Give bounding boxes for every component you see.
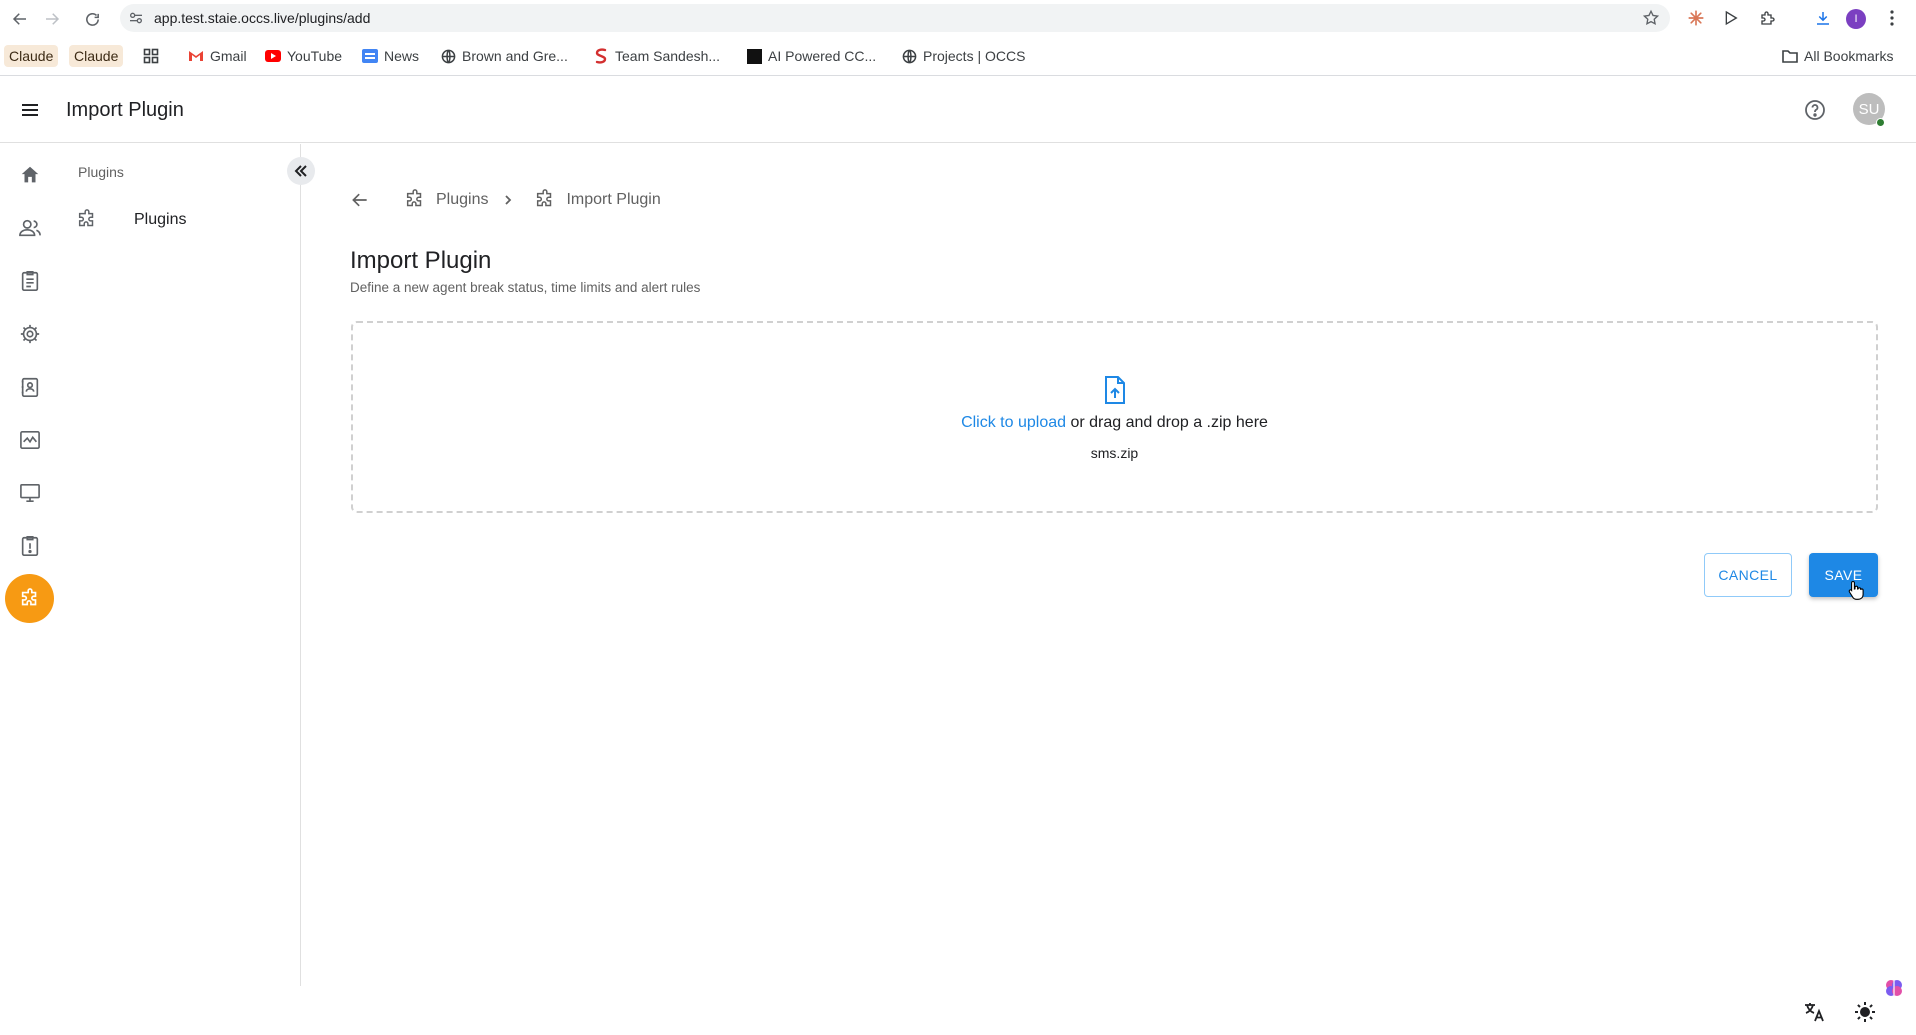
- site-settings-icon[interactable]: [128, 10, 144, 26]
- send-extension-icon[interactable]: [1719, 6, 1743, 30]
- plugins-puzzle-icon[interactable]: [5, 574, 54, 623]
- upload-hint-text: or drag and drop a .zip here: [1066, 414, 1268, 431]
- bookmark-label: YouTube: [287, 48, 343, 64]
- bookmark-label: Team Sandesh...: [615, 48, 721, 64]
- bookmark-claude[interactable]: Claude: [4, 45, 59, 67]
- bookmark-news[interactable]: News: [362, 45, 419, 67]
- bookmark-star-icon[interactable]: [1642, 9, 1660, 27]
- bookmark-gmail[interactable]: Gmail: [188, 45, 247, 67]
- settings-gear-icon[interactable]: [16, 320, 44, 348]
- all-bookmarks-label: All Bookmarks: [1804, 48, 1894, 64]
- chevron-right-icon: [502, 194, 514, 206]
- bookmark-claude[interactable]: Claude: [69, 45, 124, 67]
- monitor-icon[interactable]: [16, 479, 44, 507]
- brain-assistant-icon[interactable]: [1884, 978, 1904, 998]
- puzzle-icon: [76, 209, 100, 231]
- bookmark-projects-occs[interactable]: Projects | OCCS: [901, 45, 1025, 67]
- hand-cursor-icon: [1848, 580, 1864, 600]
- users-icon[interactable]: [16, 214, 44, 242]
- breadcrumb-import-plugin: Import Plugin: [534, 189, 661, 211]
- forward-arrow-icon[interactable]: [40, 7, 64, 31]
- upload-dropzone[interactable]: Click to upload or drag and drop a .zip …: [351, 321, 1878, 513]
- bookmark-brown-and-green[interactable]: Brown and Gre...: [440, 45, 568, 67]
- online-status-dot: [1876, 118, 1885, 127]
- puzzle-icon: [404, 189, 426, 211]
- bookmark-ai-powered-cc[interactable]: AI Powered CC...: [746, 45, 876, 67]
- help-icon[interactable]: [1803, 98, 1827, 122]
- bookmark-team-sandesh[interactable]: Team Sandesh...: [593, 45, 720, 67]
- chrome-menu-icon[interactable]: [1880, 6, 1904, 30]
- breadcrumb-plugins[interactable]: Plugins: [404, 189, 488, 211]
- puzzle-icon: [534, 189, 556, 211]
- click-to-upload-link[interactable]: Click to upload: [961, 414, 1066, 431]
- app-header: Import Plugin SU: [0, 77, 1916, 143]
- bookmark-youtube[interactable]: YouTube: [265, 45, 342, 67]
- selected-file-name: sms.zip: [1090, 445, 1139, 461]
- clipboard-list-icon[interactable]: [16, 267, 44, 295]
- page-title: Import Plugin: [350, 247, 492, 274]
- contact-card-icon[interactable]: [16, 373, 44, 401]
- icon-rail: [0, 144, 60, 1035]
- breadcrumb-label: Import Plugin: [566, 191, 661, 208]
- url-text[interactable]: app.test.staie.occs.live/plugins/add: [154, 10, 370, 26]
- youtube-icon: [265, 48, 281, 64]
- bookmark-label: Claude: [74, 48, 119, 64]
- bookmark-label: Gmail: [210, 48, 247, 64]
- home-icon[interactable]: [16, 161, 44, 189]
- upload-instructions: Click to upload or drag and drop a .zip …: [353, 414, 1876, 432]
- theme-toggle-sun-icon[interactable]: [1853, 1000, 1877, 1024]
- back-arrow-icon[interactable]: [8, 7, 32, 31]
- side-panel: Plugins Plugins: [60, 144, 301, 986]
- file-upload-icon: [1103, 375, 1127, 405]
- profile-avatar[interactable]: I: [1846, 9, 1866, 29]
- news-icon: [362, 48, 378, 64]
- back-arrow-icon[interactable]: [350, 190, 370, 210]
- panel-heading: Plugins: [78, 164, 124, 180]
- translate-icon[interactable]: [1802, 1000, 1826, 1024]
- all-bookmarks[interactable]: All Bookmarks: [1782, 45, 1893, 67]
- save-button[interactable]: SAVE: [1809, 553, 1878, 597]
- bookmark-label: News: [384, 48, 420, 64]
- breadcrumb: Plugins Import Plugin: [350, 188, 661, 212]
- bookmark-label: AI Powered CC...: [768, 48, 877, 64]
- browser-toolbar: app.test.staie.occs.live/plugins/add I: [0, 0, 1916, 36]
- sandesh-icon: [593, 48, 609, 64]
- globe-icon: [440, 48, 456, 64]
- bookmark-label: Claude: [9, 48, 54, 64]
- alert-report-icon[interactable]: [16, 532, 44, 560]
- monitoring-chart-icon[interactable]: [16, 426, 44, 454]
- globe-icon: [901, 48, 917, 64]
- bookmark-label: Brown and Gre...: [462, 48, 568, 64]
- app-title: Import Plugin: [66, 99, 184, 121]
- claude-extension-icon[interactable]: [1684, 6, 1708, 30]
- dark-square-icon: [746, 48, 762, 64]
- breadcrumb-label: Plugins: [436, 191, 489, 208]
- extensions-puzzle-icon[interactable]: [1756, 6, 1780, 30]
- menu-icon[interactable]: [18, 98, 42, 122]
- cancel-button[interactable]: CANCEL: [1704, 553, 1792, 597]
- download-icon[interactable]: [1811, 6, 1835, 30]
- bookmarks-bar: Claude Claude Gmail YouTube News Brown a…: [0, 36, 1916, 76]
- apps-grid-icon[interactable]: [143, 45, 159, 67]
- gmail-icon: [188, 48, 204, 64]
- page-subtitle: Define a new agent break status, time li…: [350, 280, 701, 295]
- folder-icon: [1782, 48, 1798, 64]
- sidebar-item-plugins[interactable]: Plugins: [76, 204, 286, 236]
- reload-icon[interactable]: [80, 7, 104, 31]
- sidebar-item-label: Plugins: [134, 211, 187, 228]
- bookmark-label: Projects | OCCS: [923, 48, 1026, 64]
- main-content: Plugins Import Plugin Import Plugin Defi…: [302, 144, 1916, 1035]
- address-bar[interactable]: app.test.staie.occs.live/plugins/add: [120, 4, 1670, 32]
